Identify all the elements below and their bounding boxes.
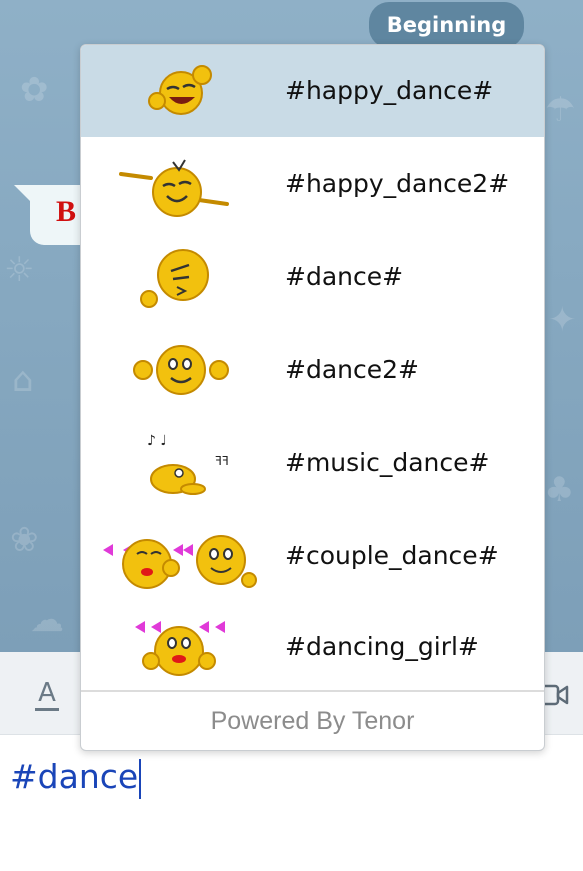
text-format-icon: A xyxy=(35,678,59,711)
suggestion-item-happy-dance2[interactable]: #happy_dance2# xyxy=(81,138,544,230)
suggestion-label: #couple_dance# xyxy=(285,541,499,570)
doodle-icon: ❀ xyxy=(10,520,39,560)
suggestion-item-happy-dance[interactable]: #happy_dance# xyxy=(81,45,544,137)
suggestion-item-dance2[interactable]: #dance2# xyxy=(81,324,544,416)
text-format-button[interactable]: A xyxy=(30,674,64,714)
svg-text:♪ ♩: ♪ ♩ xyxy=(147,433,167,449)
suggestion-label: #dance# xyxy=(285,262,404,291)
happy-dance-emoticon-icon xyxy=(148,65,212,115)
dance-emoticon-icon xyxy=(140,249,209,308)
couple-dance-emoticon-icon xyxy=(103,535,257,589)
emoticon-suggestion-popup: #happy_dance# #happy_dance2# #dance# #da… xyxy=(80,44,545,751)
suggestion-item-music-dance[interactable]: ♪ ♩ ꟻꟻ #music_dance# xyxy=(81,417,544,509)
message-input[interactable]: #dance xyxy=(10,755,142,799)
suggestion-label: #music_dance# xyxy=(285,448,490,477)
suggestion-item-dance[interactable]: #dance# xyxy=(81,231,544,323)
dancing-girl-emoticon-icon xyxy=(135,621,225,676)
dance2-emoticon-icon xyxy=(133,345,229,395)
suggestion-item-dancing-girl[interactable]: #dancing_girl# xyxy=(81,601,544,693)
doodle-icon: ⌂ xyxy=(12,360,34,400)
suggestion-label: #dance2# xyxy=(285,355,419,384)
doodle-icon: ☁ xyxy=(30,600,64,640)
svg-text:ꟻꟻ: ꟻꟻ xyxy=(215,454,229,468)
doodle-icon: ✦ xyxy=(548,300,577,340)
message-input-area[interactable]: #dance xyxy=(0,735,583,871)
message-text: B xyxy=(56,195,77,228)
text-caret xyxy=(139,758,142,799)
happy-dance2-emoticon-icon xyxy=(119,159,229,217)
message-input-value: #dance xyxy=(10,757,139,796)
suggestion-label: #dancing_girl# xyxy=(285,632,479,661)
date-pill[interactable]: Beginning xyxy=(369,2,524,48)
music-dance-emoticon-icon: ♪ ♩ ꟻꟻ xyxy=(147,433,229,495)
doodle-icon: ✿ xyxy=(20,70,49,110)
doodle-icon: ☼ xyxy=(4,250,35,290)
powered-by-footer[interactable]: Powered By Tenor xyxy=(81,692,544,750)
doodle-icon: ♣ xyxy=(544,470,575,510)
suggestion-label: #happy_dance2# xyxy=(285,169,510,198)
doodle-icon: ☂ xyxy=(545,90,576,130)
suggestion-label: #happy_dance# xyxy=(285,76,494,105)
suggestion-item-couple-dance[interactable]: #couple_dance# xyxy=(81,510,544,602)
